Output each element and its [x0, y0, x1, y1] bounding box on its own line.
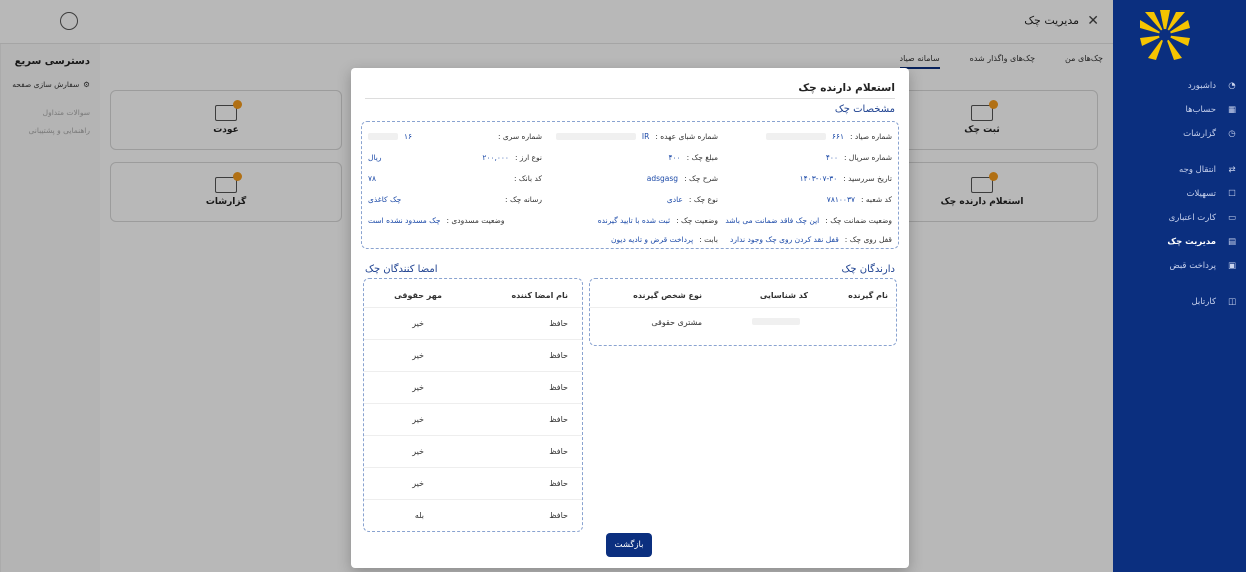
- currency-value: ریال: [368, 153, 382, 162]
- modal-divider: [365, 98, 895, 99]
- guarantee-status: وضعیت ضمانت چک : این چک فاقد ضمانت می باش…: [725, 216, 892, 225]
- sayad-number: شماره صیاد :۶۶۱: [765, 132, 892, 141]
- holders-header-type: نوع شخص گیرنده: [633, 291, 702, 300]
- facilities-icon: ☐: [1228, 189, 1236, 199]
- block-status: وضعیت مسدودی : چک مسدود نشده است: [368, 216, 505, 225]
- bill-icon: ▣: [1227, 261, 1237, 271]
- sidebar-item-facilities[interactable]: ☐ تسهیلات: [1113, 182, 1246, 206]
- sidebar-item-bill-payment[interactable]: ▣ پرداخت قبض: [1113, 254, 1246, 278]
- currency: نوع ارز :۲۰۰,۰۰۰: [482, 153, 542, 162]
- table-row: حافظ خیر: [364, 435, 582, 467]
- sidebar-nav: ◔ داشبورد ▦ حساب‌ها ◷ گزارشات ⇄ انتقال وجه ☐…: [1113, 74, 1246, 314]
- sidebar-item-label: گزارشات: [1183, 129, 1216, 139]
- signer-name: حافظ: [549, 351, 568, 360]
- cheque-media-value: چک کاغذی: [368, 195, 402, 204]
- signer-name: حافظ: [549, 319, 568, 328]
- sidebar-item-label: مدیریت چک: [1167, 237, 1216, 247]
- sidebar-item-label: کارت اعتباری: [1168, 213, 1216, 223]
- signer-name: حافظ: [549, 383, 568, 392]
- holders-header-name: نام گیرنده: [848, 291, 888, 300]
- cheque-media: رسانه چک :: [505, 195, 542, 204]
- cheque-description: شرح چک : adsgasg: [646, 174, 718, 183]
- sidebar-item-cartable[interactable]: ◫ کارتابل: [1113, 290, 1246, 314]
- modal-title: استعلام دارنده چک: [798, 82, 895, 94]
- bank-code-value: ۷۸: [368, 174, 377, 183]
- sidebar: ◔ داشبورد ▦ حساب‌ها ◷ گزارشات ⇄ انتقال وجه ☐…: [1113, 0, 1246, 572]
- sidebar-item-label: تسهیلات: [1186, 189, 1216, 199]
- details-section-title: مشخصات چک: [834, 104, 895, 115]
- back-button[interactable]: بازگشت: [606, 533, 652, 557]
- series-number: شماره سری :: [497, 132, 542, 141]
- sidebar-item-label: کارتابل: [1191, 297, 1217, 307]
- serial-number: شماره سریال :۴۰۰: [825, 153, 892, 162]
- credit-card-icon: ▭: [1227, 213, 1237, 223]
- sidebar-item-reports[interactable]: ◷ گزارشات: [1113, 122, 1246, 146]
- sidebar-item-label: حساب‌ها: [1185, 105, 1216, 115]
- sidebar-item-transfer[interactable]: ⇄ انتقال وجه: [1113, 158, 1246, 182]
- reports-icon: ◷: [1228, 129, 1236, 139]
- signer-seal: خیر: [412, 479, 424, 488]
- app-root: ✕ مدیریت چک دسترسی سریع ⚙ سفارش سازی صفح…: [0, 0, 1246, 572]
- holders-header-id: کد شناسایی: [759, 291, 808, 300]
- sidebar-item-label: داشبورد: [1187, 81, 1216, 91]
- signer-name: حافظ: [549, 447, 568, 456]
- holders-section-title: دارندگان چک: [841, 264, 895, 275]
- cheque-amount: مبلغ چک :۴۰۰: [668, 153, 719, 162]
- table-row: حافظ خیر: [364, 339, 582, 371]
- table-row: حافظ بله: [364, 499, 582, 531]
- signer-seal: خیر: [412, 383, 424, 392]
- cheque-type: نوع چک : عادی: [666, 195, 718, 204]
- signer-seal: خیر: [412, 415, 424, 424]
- holder-id-value: [752, 318, 800, 325]
- table-row: حافظ خیر: [364, 307, 582, 339]
- cheque-lock: قفل روی چک : قفل نقد کردن روی چک وجود ندا…: [730, 235, 892, 244]
- table-row: حافظ خیر: [364, 371, 582, 403]
- signers-header-seal: مهر حقوقی: [394, 291, 442, 300]
- signers-header-name: نام امضا کننده: [511, 291, 568, 300]
- sidebar-item-accounts[interactable]: ▦ حساب‌ها: [1113, 98, 1246, 122]
- bank-logo: [1140, 10, 1190, 60]
- sidebar-item-label: انتقال وجه: [1179, 165, 1216, 175]
- sidebar-item-dashboard[interactable]: ◔ داشبورد: [1113, 74, 1246, 98]
- accounts-icon: ▦: [1227, 105, 1237, 115]
- signer-seal: خیر: [412, 447, 424, 456]
- holder-type-value: مشتری حقوقی: [651, 318, 702, 327]
- signers-table: نام امضا کننده مهر حقوقی حافظ خیر حافظ خیر…: [363, 278, 583, 532]
- signer-seal: خیر: [412, 351, 424, 360]
- sheba-number: شماره شبای عهده : IR: [555, 132, 718, 141]
- signer-name: حافظ: [549, 511, 568, 520]
- dashboard-icon: ◔: [1228, 81, 1236, 91]
- holders-table: نام گیرنده کد شناسایی نوع شخص گیرنده مشت…: [589, 278, 897, 346]
- due-date: تاریخ سررسید :۱۴۰۳-۰۷-۳۰: [799, 174, 892, 183]
- table-row: حافظ خیر: [364, 403, 582, 435]
- sidebar-item-label: پرداخت قبض: [1169, 261, 1216, 271]
- signer-seal: بله: [414, 511, 424, 520]
- sidebar-item-credit-card[interactable]: ▭ کارت اعتباری: [1113, 206, 1246, 230]
- cheque-details-box: شماره صیاد :۶۶۱ شماره شبای عهده : IR شمار…: [361, 121, 899, 249]
- sidebar-item-cheque-management[interactable]: ▤ مدیریت چک: [1113, 230, 1246, 254]
- cartable-icon: ◫: [1227, 297, 1237, 307]
- transfer-icon: ⇄: [1228, 165, 1236, 175]
- cheque-icon: ▤: [1227, 237, 1237, 247]
- table-row: حافظ خیر: [364, 467, 582, 499]
- table-row: مشتری حقوقی: [590, 307, 896, 339]
- series-value: ۱۶: [368, 132, 412, 141]
- signer-name: حافظ: [549, 479, 568, 488]
- signers-section-title: امضا کنندگان چک: [365, 264, 438, 275]
- holder-inquiry-modal: استعلام دارنده چک مشخصات چک شماره صیاد :…: [351, 68, 909, 568]
- bank-code: کد بانک :: [514, 174, 542, 183]
- signer-name: حافظ: [549, 415, 568, 424]
- signer-seal: خیر: [412, 319, 424, 328]
- cheque-status: وضعیت چک : ثبت شده با تایید گیرنده: [597, 216, 718, 225]
- cheque-reason: بابت : پرداخت قرض و تادیه دیون: [611, 235, 718, 244]
- branch-code: کد شعبه :۷۸۱۰۰۳۷: [826, 195, 892, 204]
